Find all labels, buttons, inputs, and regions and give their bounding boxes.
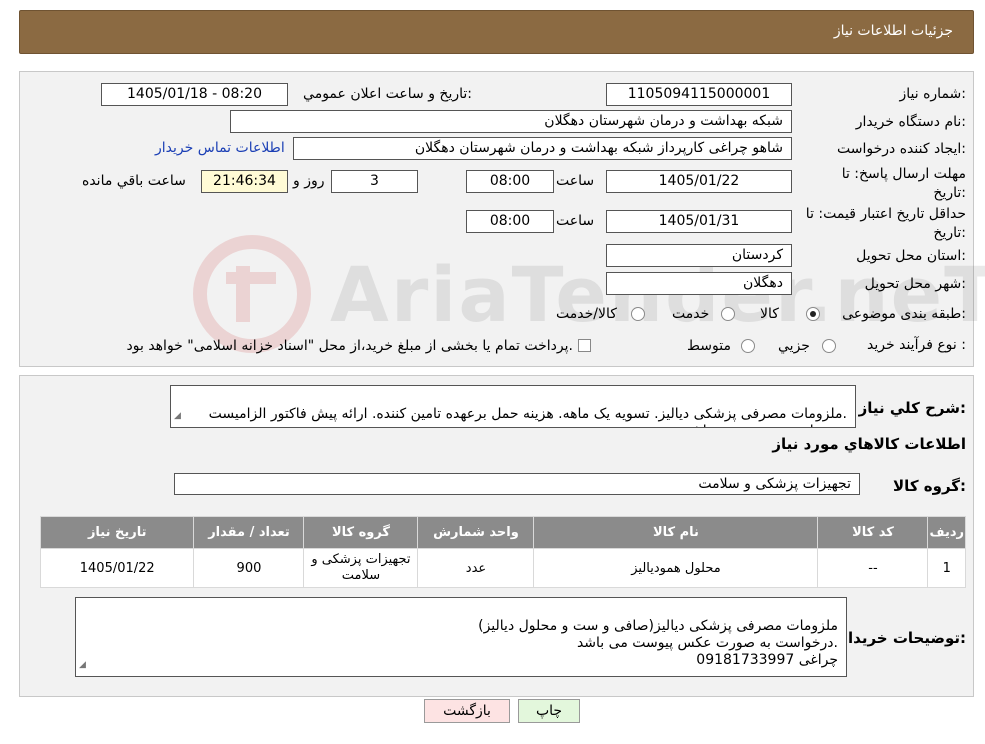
category-option-service-label: خدمت (672, 306, 710, 322)
col-qty-header: تعداد / مقدار (193, 516, 305, 549)
buyer-notes-textarea[interactable]: ملزومات مصرفی پزشکی دیالیز(صافی و ست و م… (75, 597, 847, 677)
col-name-header: نام کالا (533, 516, 819, 549)
requester-label: ایجاد کننده درخواست: (837, 141, 966, 157)
page-title: جزئیات اطلاعات نیاز (833, 23, 953, 39)
validity-time-field: 08:00 (466, 210, 554, 233)
goods-group-field: تجهیزات پزشکی و سلامت (174, 473, 860, 495)
day-and-label: روز و (293, 173, 325, 189)
validity-date-field: 1405/01/31 (606, 210, 792, 233)
buyer-notes-label: توضیحات خریدار: (839, 629, 966, 647)
category-label: طبقه بندی موضوعی: (842, 306, 966, 322)
description-label: شرح کلي نیاز: (858, 399, 966, 417)
buyer-notes-text: ملزومات مصرفی پزشکی دیالیز(صافی و ست و م… (478, 618, 838, 668)
purchase-option-medium-label: متوسط (687, 338, 731, 354)
goods-info-title: اطلاعات کالاهاي مورد نیاز (772, 435, 966, 453)
resize-grip-icon[interactable]: ◢ (174, 408, 181, 425)
purchase-note-text: پرداخت تمام یا بخشی از مبلغ خرید،از محل … (126, 338, 573, 354)
description-text: ملزومات مصرفی پزشکی دیالیز. تسویه یک ماه… (208, 406, 847, 427)
requester-field: شاهو چراغی کارپرداز شبکه بهداشت و درمان … (293, 137, 792, 160)
reply-time-label: ساعت (556, 173, 595, 189)
description-textarea[interactable]: ملزومات مصرفی پزشکی دیالیز. تسویه یک ماه… (170, 385, 856, 428)
col-row-header: ردیف (927, 516, 966, 549)
cell-group: تجهیزات پزشکی و سلامت (303, 548, 419, 588)
table-header-row: ردیف کد کالا نام کالا واحد شمارش گروه کا… (39, 516, 966, 549)
cell-row: 1 (927, 548, 966, 588)
reply-deadline-label: مهلت ارسال پاسخ: تا تاریخ: (806, 165, 966, 203)
table-row[interactable]: 1 -- محلول همودیالیز عدد تجهیزات پزشکی و… (39, 548, 966, 588)
reply-date-field: 1405/01/22 (606, 170, 792, 193)
delivery-city-label: شهر محل تحویل: (864, 276, 966, 292)
remaining-label: ساعت باقي مانده (82, 173, 186, 189)
category-option-both-label: کالا/خدمت (556, 306, 617, 322)
remaining-time-field: 21:46:34 (201, 170, 288, 193)
reply-deadline-label-text: مهلت ارسال پاسخ: تا تاریخ: (841, 166, 966, 201)
buyer-org-label: نام دستگاه خریدار: (855, 114, 966, 130)
delivery-province-field: کردستان (606, 244, 792, 267)
reply-days-field: 3 (331, 170, 418, 193)
col-unit-header: واحد شمارش (417, 516, 535, 549)
col-date-header: تاریخ نیاز (39, 516, 195, 549)
col-group-header: گروه کالا (303, 516, 419, 549)
cell-name: محلول همودیالیز (533, 548, 819, 588)
col-code-header: کد کالا (817, 516, 929, 549)
cell-unit: عدد (417, 548, 535, 588)
page-header: جزئیات اطلاعات نیاز (19, 10, 974, 54)
price-validity-label-text: حداقل تاریخ اعتبار قیمت: تا تاریخ: (805, 206, 966, 241)
category-option-both-radio[interactable] (631, 307, 645, 321)
cell-qty: 900 (193, 548, 305, 588)
category-option-goods-radio[interactable] (806, 307, 820, 321)
cell-code: -- (817, 548, 929, 588)
delivery-city-field: دهگلان (606, 272, 792, 295)
category-option-service-radio[interactable] (721, 307, 735, 321)
category-option-goods-label: کالا (760, 306, 779, 322)
reply-time-field: 08:00 (466, 170, 554, 193)
announce-datetime-field: 1405/01/18 - 08:20 (101, 83, 288, 106)
purchase-option-minor-label: جزيي (778, 338, 810, 354)
buyer-org-field: شبکه بهداشت و درمان شهرستان دهگلان (230, 110, 792, 133)
purchase-note-checkbox[interactable] (578, 339, 591, 352)
purchase-type-label: نوع فرآیند خرید : (867, 337, 966, 353)
purchase-option-minor-radio[interactable] (822, 339, 836, 353)
delivery-province-label: استان محل تحویل: (856, 248, 966, 264)
resize-grip-icon[interactable]: ◢ (79, 657, 86, 674)
announce-datetime-label: تاریخ و ساعت اعلان عمومي: (303, 86, 472, 102)
need-number-field: 1105094115000001 (606, 83, 792, 106)
items-table: ردیف کد کالا نام کالا واحد شمارش گروه کا… (39, 516, 966, 588)
buyer-contact-link[interactable]: اطلاعات تماس خریدار (155, 140, 285, 156)
need-number-label: شماره نیاز: (899, 86, 966, 102)
price-validity-label: حداقل تاریخ اعتبار قیمت: تا تاریخ: (786, 205, 966, 243)
back-button[interactable]: بازگشت (424, 699, 510, 723)
cell-date: 1405/01/22 (39, 548, 195, 588)
goods-group-label: گروه کالا: (893, 477, 966, 495)
validity-time-label: ساعت (556, 213, 595, 229)
purchase-option-medium-radio[interactable] (741, 339, 755, 353)
print-button[interactable]: چاپ (518, 699, 580, 723)
